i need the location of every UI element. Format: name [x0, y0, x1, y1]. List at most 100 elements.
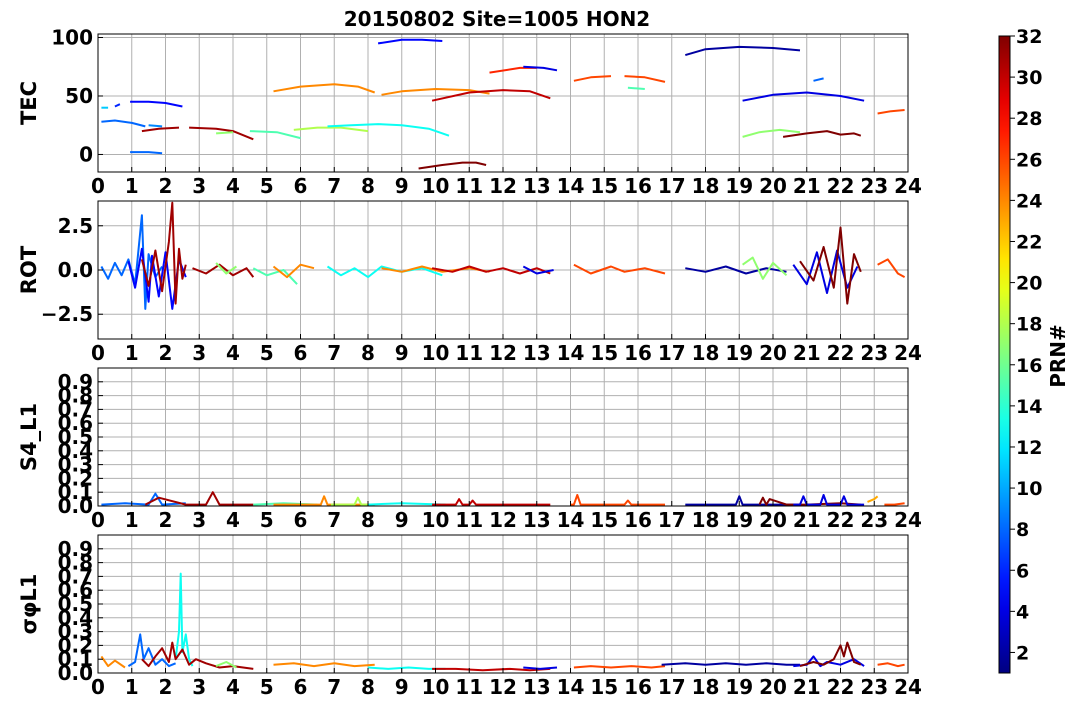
x-tick-label: 2 — [159, 341, 173, 365]
colorbar-tick-label: 6 — [1016, 560, 1029, 582]
x-tick-label: 24 — [894, 174, 922, 198]
chart-title: 20150802 Site=1005 HON2 — [344, 7, 650, 31]
x-tick-label: 10 — [422, 341, 450, 365]
y-tick-label: 0.9 — [58, 537, 93, 561]
x-tick-label: 7 — [327, 508, 341, 532]
x-tick-label: 0 — [91, 174, 105, 198]
panel-3: 0 1 2 3 4 5 6 7 8 9 10 11 12 13 14 15 16 17 18 19 20 21 22 23 24… — [17, 367, 922, 532]
colorbar-label: PRN# — [1046, 324, 1070, 388]
x-tick-label: 18 — [692, 174, 720, 198]
x-tick-label: 10 — [422, 508, 450, 532]
colorbar-tick-label: 26 — [1016, 149, 1042, 171]
x-tick-label: 17 — [658, 174, 686, 198]
colorbar-tick-label: 16 — [1016, 355, 1042, 377]
x-tick-label: 13 — [523, 174, 551, 198]
x-tick-label: 6 — [294, 508, 308, 532]
colorbar-tick-label: 20 — [1016, 273, 1042, 295]
x-tick-label: 5 — [260, 508, 274, 532]
x-tick-label: 20 — [759, 341, 787, 365]
x-tick-label: 15 — [590, 174, 618, 198]
x-tick-label: 21 — [793, 508, 821, 532]
x-tick-label: 18 — [692, 675, 720, 699]
x-tick-label: 21 — [793, 675, 821, 699]
x-tick-label: 3 — [192, 675, 206, 699]
x-tick-label: 1 — [125, 508, 139, 532]
x-tick-label: 2 — [159, 174, 173, 198]
x-tick-label: 6 — [294, 341, 308, 365]
x-tick-label: 22 — [827, 508, 855, 532]
x-tick-label: 23 — [860, 341, 888, 365]
colorbar-tick-label: 2 — [1016, 642, 1029, 664]
panel-2: 0 1 2 3 4 5 6 7 8 9 10 11 12 13 14 15 16 17 18 19 20 21 22 23 24… — [17, 200, 922, 365]
panels: 0 1 2 3 4 5 6 7 8 9 10 11 12 13 14 15 16 17 18 19 20 21 22 23 24… — [17, 26, 922, 699]
y-tick-label: 2.5 — [58, 214, 93, 238]
x-tick-label: 14 — [557, 341, 585, 365]
x-tick-label: 23 — [860, 508, 888, 532]
x-tick-label: 8 — [361, 675, 375, 699]
colorbar-tick-label: 18 — [1016, 314, 1042, 336]
series-line-prn-9 — [148, 124, 163, 128]
x-tick-label: 4 — [226, 675, 240, 699]
colorbar-tick-label: 12 — [1016, 437, 1042, 459]
colorbar-tick-label: 8 — [1016, 519, 1029, 541]
x-tick-label: 16 — [624, 675, 652, 699]
x-tick-label: 4 — [226, 508, 240, 532]
x-tick-label: 16 — [624, 341, 652, 365]
x-tick-label: 2 — [159, 675, 173, 699]
x-tick-label: 13 — [523, 675, 551, 699]
x-tick-label: 9 — [395, 341, 409, 365]
x-tick-label: 5 — [260, 174, 274, 198]
series-line-prn-15 — [627, 86, 645, 90]
x-tick-label: 10 — [422, 675, 450, 699]
x-tick-label: 21 — [793, 174, 821, 198]
x-tick-label: 6 — [294, 174, 308, 198]
x-tick-label: 3 — [192, 508, 206, 532]
x-tick-label: 20 — [759, 508, 787, 532]
x-tick-label: 1 — [125, 174, 139, 198]
x-tick-label: 15 — [590, 675, 618, 699]
x-tick-label: 24 — [894, 675, 922, 699]
colorbar-gradient — [998, 35, 1011, 674]
x-tick-label: 0 — [91, 508, 105, 532]
x-tick-label: 19 — [725, 174, 753, 198]
x-tick-label: 22 — [827, 341, 855, 365]
colorbar-tick-label: 24 — [1016, 190, 1042, 212]
x-tick-label: 11 — [455, 675, 483, 699]
x-tick-label: 11 — [455, 341, 483, 365]
x-tick-label: 16 — [624, 508, 652, 532]
x-tick-label: 8 — [361, 341, 375, 365]
x-tick-label: 18 — [692, 508, 720, 532]
y-axis-label: σφL1 — [17, 574, 41, 635]
y-tick-label: 100 — [51, 26, 93, 50]
colorbar-tick-label: 28 — [1016, 108, 1042, 130]
x-tick-label: 6 — [294, 675, 308, 699]
panel-1: 0 1 2 3 4 5 6 7 8 9 10 11 12 13 14 15 16 17 18 19 20 21 22 23 24… — [17, 26, 922, 198]
x-tick-label: 19 — [725, 341, 753, 365]
x-tick-label: 15 — [590, 508, 618, 532]
x-tick-label: 22 — [827, 174, 855, 198]
colorbar-tick-label: 30 — [1016, 67, 1042, 89]
x-tick-label: 19 — [725, 675, 753, 699]
x-tick-label: 3 — [192, 174, 206, 198]
x-tick-label: 2 — [159, 508, 173, 532]
x-tick-label: 8 — [361, 174, 375, 198]
x-tick-label: 7 — [327, 174, 341, 198]
x-tick-label: 9 — [395, 675, 409, 699]
x-tick-label: 9 — [395, 508, 409, 532]
x-tick-label: 13 — [523, 508, 551, 532]
panel-4: 0 1 2 3 4 5 6 7 8 9 10 11 12 13 14 15 16 17 18 19 20 21 22 23 24… — [17, 534, 922, 699]
x-tick-label: 12 — [489, 341, 517, 365]
colorbar-tick-label: 4 — [1016, 601, 1029, 623]
x-tick-label: 0 — [91, 675, 105, 699]
colorbar-tick-label: 22 — [1016, 231, 1042, 253]
x-tick-label: 9 — [395, 174, 409, 198]
y-tick-label: 0 — [79, 142, 93, 166]
x-tick-label: 12 — [489, 508, 517, 532]
x-tick-label: 14 — [557, 508, 585, 532]
x-tick-label: 20 — [759, 675, 787, 699]
y-tick-label: 0.9 — [58, 370, 93, 394]
x-tick-label: 4 — [226, 341, 240, 365]
x-tick-label: 17 — [658, 675, 686, 699]
x-tick-label: 0 — [91, 341, 105, 365]
colorbar-tick-label: 14 — [1016, 396, 1042, 418]
